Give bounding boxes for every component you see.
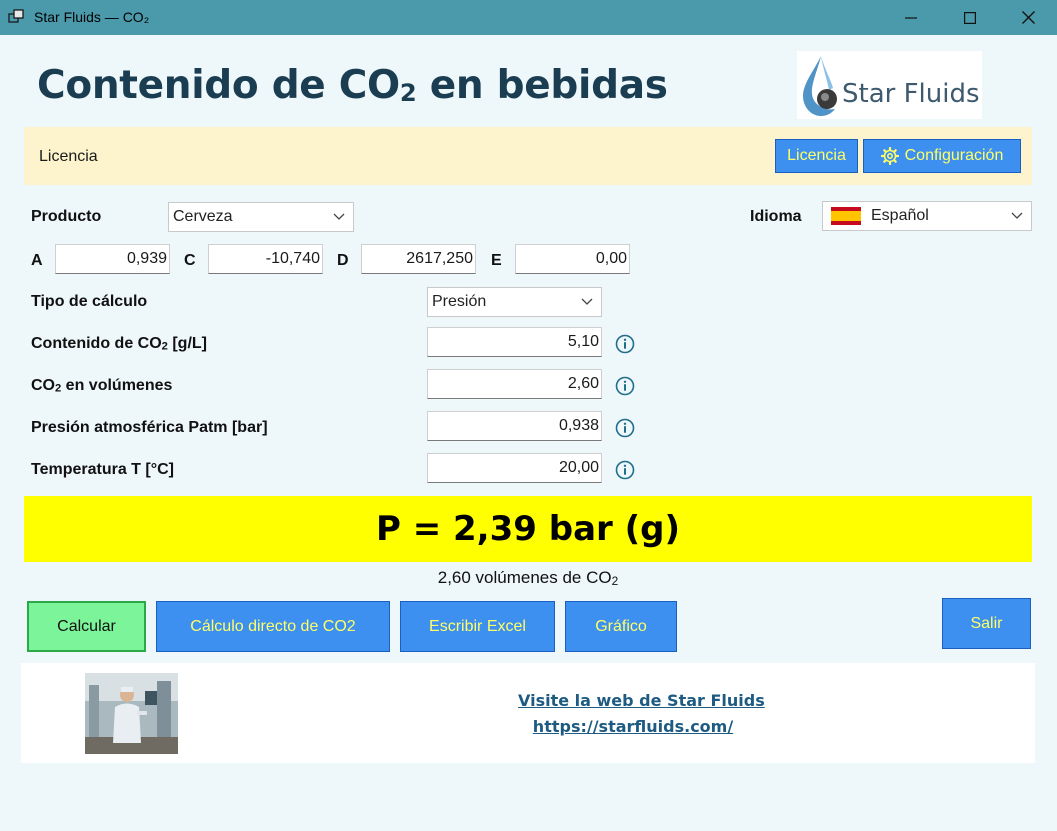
- info-icon[interactable]: [615, 376, 635, 396]
- logo-text: Star Fluids: [842, 79, 980, 109]
- volumes-result: 2,60 volúmenes de CO2: [437, 568, 619, 588]
- coef-e-input[interactable]: [515, 244, 630, 274]
- co2-content-input[interactable]: [427, 327, 602, 357]
- co2-volumes-label: CO2 en volúmenes: [31, 377, 173, 395]
- language-select[interactable]: Español: [822, 201, 1032, 231]
- license-button[interactable]: Licencia: [775, 139, 858, 173]
- website-url-link[interactable]: https://starfluids.com/: [518, 717, 748, 736]
- coef-a-input[interactable]: [55, 244, 170, 274]
- temperature-label: Temperatura T [°C]: [31, 461, 175, 478]
- chevron-down-icon: [333, 213, 345, 220]
- coef-e-label: E: [491, 252, 502, 269]
- window-title: Star Fluids — CO₂: [34, 9, 150, 25]
- coef-d-label: D: [337, 252, 349, 269]
- coef-a-label: A: [31, 252, 43, 269]
- product-label: Producto: [31, 208, 102, 225]
- info-icon[interactable]: [615, 418, 635, 438]
- atm-pressure-label: Presión atmosférica Patm [bar]: [31, 419, 268, 436]
- license-status-label: Licencia: [39, 148, 98, 165]
- pressure-result: P = 2,39 bar (g): [375, 509, 681, 549]
- close-button[interactable]: [998, 0, 1057, 35]
- product-select[interactable]: Cerveza: [168, 202, 354, 232]
- page-title: Contenido de CO2 en bebidas: [37, 63, 668, 108]
- exit-button[interactable]: Salir: [942, 598, 1031, 649]
- co2-volumes-input[interactable]: [427, 369, 602, 399]
- calculate-button[interactable]: Calcular: [27, 601, 146, 652]
- temperature-input[interactable]: [427, 453, 602, 483]
- configuration-button[interactable]: Configuración: [863, 139, 1021, 173]
- footer-panel: Visite la web de Star Fluids https://sta…: [21, 663, 1035, 763]
- direct-co2-calc-button[interactable]: Cálculo directo de CO2: [156, 601, 390, 652]
- coef-c-input[interactable]: [208, 244, 323, 274]
- license-bar: Licencia Licencia Configuración: [24, 127, 1032, 185]
- website-link[interactable]: Visite la web de Star Fluids: [518, 691, 765, 710]
- result-banner: P = 2,39 bar (g): [24, 496, 1032, 562]
- minimize-button[interactable]: [881, 0, 941, 35]
- calc-type-label: Tipo de cálculo: [31, 293, 148, 310]
- coef-d-input[interactable]: [361, 244, 476, 274]
- language-label: Idioma: [750, 208, 802, 225]
- maximize-button[interactable]: [940, 0, 1000, 35]
- close-icon: [1021, 11, 1035, 24]
- calc-type-select[interactable]: Presión: [427, 287, 602, 317]
- atm-pressure-input[interactable]: [427, 411, 602, 441]
- droplet-gear-logo-icon: [803, 56, 837, 116]
- info-icon[interactable]: [615, 334, 635, 354]
- star-fluids-logo: Star Fluids: [797, 51, 982, 119]
- gear-icon: [880, 147, 899, 165]
- spain-flag-icon: [831, 207, 861, 225]
- maximize-icon: [964, 11, 976, 24]
- write-excel-button[interactable]: Escribir Excel: [400, 601, 555, 652]
- info-icon[interactable]: [615, 460, 635, 480]
- co2-content-label: Contenido de CO2 [g/L]: [31, 335, 207, 353]
- graph-button[interactable]: Gráfico: [565, 601, 677, 652]
- chevron-down-icon: [581, 298, 593, 305]
- minimize-icon: [905, 16, 917, 19]
- chevron-down-icon: [1011, 212, 1023, 219]
- title-bar: Star Fluids — CO₂: [0, 0, 1057, 35]
- coef-c-label: C: [184, 252, 196, 269]
- lab-technician-photo: [85, 673, 178, 754]
- app-window-icon: [8, 9, 24, 23]
